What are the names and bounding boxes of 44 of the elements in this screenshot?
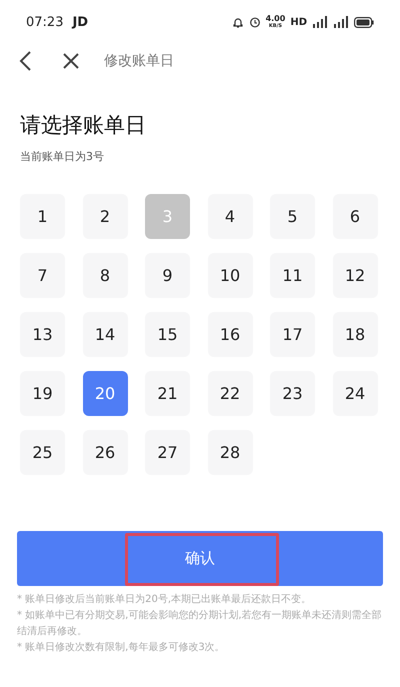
day-option[interactable]: 18 [332,312,378,357]
current-billing-day: 当前账单日为3号 [20,149,400,164]
day-option[interactable]: 24 [332,371,378,416]
note-text: * 账单日修改后当前账单日为20号,本期已出账单最后还款日不变。 [17,592,312,607]
day-option[interactable]: 12 [332,253,378,298]
battery-icon [354,16,374,28]
status-carrier: JD [72,14,88,30]
back-icon[interactable] [18,50,32,72]
day-option[interactable]: 16 [208,312,252,357]
page-title: 修改账单日 [104,52,174,70]
day-option[interactable]: 5 [270,194,315,239]
day-option[interactable]: 25 [20,430,65,475]
note-text: * 如账单中已有分期交易,可能会影响您的分期计划,若您有一期账单未还清则需全部结清后再修改。 [17,608,383,639]
signal-icon [312,16,328,28]
day-option[interactable]: 28 [208,430,252,475]
alarm-icon [248,16,261,28]
confirm-button[interactable]: 确认 [17,531,383,586]
hd-indicator: HD [290,16,307,28]
day-option[interactable]: 14 [82,312,128,357]
day-option[interactable]: 10 [208,253,252,298]
signal-icon [333,16,349,28]
day-option[interactable]: 27 [145,430,190,475]
day-option[interactable]: 13 [20,312,65,357]
section-heading: 请选择账单日 [20,112,147,139]
bell-icon [232,16,244,28]
day-option[interactable]: 2 [82,194,128,239]
day-option[interactable]: 7 [20,253,65,298]
status-time: 07:23 [26,14,64,30]
day-option[interactable]: 6 [332,194,378,239]
day-option[interactable]: 17 [270,312,315,357]
day-option[interactable]: 20 [82,371,128,416]
note-text: * 账单日修改次数有限制,每年最多可修改3次。 [17,640,226,655]
close-icon[interactable] [62,52,80,70]
day-option[interactable]: 15 [145,312,190,357]
day-option[interactable]: 8 [82,253,128,298]
day-option[interactable]: 22 [208,371,252,416]
day-option[interactable]: 21 [145,371,190,416]
day-option[interactable]: 26 [82,430,128,475]
day-option[interactable]: 4 [208,194,252,239]
day-option[interactable]: 11 [270,253,315,298]
day-option[interactable]: 19 [20,371,65,416]
day-option[interactable]: 23 [270,371,315,416]
day-option[interactable]: 1 [20,194,65,239]
day-option[interactable]: 9 [145,253,190,298]
